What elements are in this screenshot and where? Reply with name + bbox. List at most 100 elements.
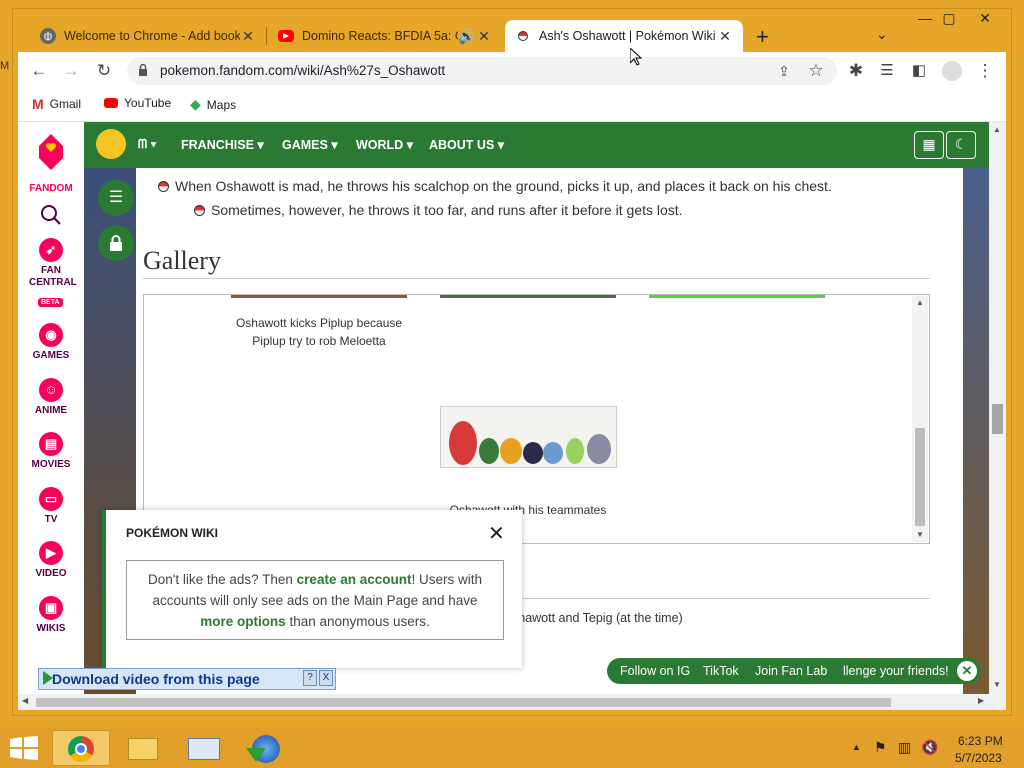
dark-mode-moon-icon[interactable]: ☾ <box>946 131 976 159</box>
rail-wikis[interactable]: ▣ WIKIS <box>18 596 84 634</box>
taskbar-download-manager[interactable] <box>238 730 296 766</box>
social-tiktok[interactable]: TikTok <box>703 664 739 678</box>
tab-separator <box>266 27 267 45</box>
lock-icon[interactable] <box>138 63 148 76</box>
action-center-flag-icon[interactable]: ⚑ <box>874 739 887 756</box>
rail-games[interactable]: ◉ GAMES <box>18 323 84 361</box>
social-challenge[interactable]: llenge your friends! <box>843 664 949 678</box>
rail-video[interactable]: ▶ VIDEO <box>18 541 84 579</box>
nav-label: ABOUT US <box>429 138 495 152</box>
rail-tv[interactable]: ▭ TV <box>18 487 84 525</box>
speaker-icon[interactable]: 🔊 <box>458 28 476 45</box>
forward-arrow-icon[interactable]: → <box>60 60 82 82</box>
social-fan-lab[interactable]: Join Fan Lab <box>755 664 827 678</box>
download-close-button[interactable]: X <box>319 670 333 686</box>
tab-welcome-chrome[interactable]: ◍ Welcome to Chrome - Add book ✕ <box>30 20 266 52</box>
media-control-icon[interactable]: ☰ <box>876 60 898 82</box>
gallery-image-teammates[interactable] <box>440 406 617 468</box>
search-icon[interactable] <box>40 204 62 232</box>
download-help-button[interactable]: ? <box>303 670 317 686</box>
url-text[interactable]: pokemon.fandom.com/wiki/Ash%27s_Oshawott <box>160 63 445 78</box>
extensions-icon[interactable]: ✱ <box>845 60 867 82</box>
mouse-cursor-icon <box>629 46 643 69</box>
profile-avatar-icon[interactable] <box>942 61 962 81</box>
windows-start-icon[interactable] <box>10 736 38 763</box>
scroll-up-arrow-icon[interactable]: ▲ <box>916 298 924 307</box>
table-of-contents-button[interactable]: ☰ <box>98 180 134 216</box>
rail-fan-central[interactable]: ➶ FAN CENTRAL <box>18 238 84 289</box>
scroll-right-arrow-icon[interactable]: ▶ <box>978 696 984 705</box>
popup-title: POKÉMON WIKI <box>126 526 218 540</box>
background-art-right <box>963 168 989 694</box>
discussions-icon[interactable]: ▦ <box>914 131 944 159</box>
rail-movies[interactable]: ▤ MOVIES <box>18 432 84 470</box>
bookmark-label: YouTube <box>124 96 172 110</box>
download-video-label[interactable]: Download video from this page <box>52 671 260 687</box>
scroll-down-arrow-icon[interactable]: ▼ <box>916 530 924 539</box>
taskbar-chrome[interactable] <box>52 730 110 766</box>
fandom-heart-icon[interactable] <box>33 130 69 177</box>
video-icon: ▶ <box>39 541 63 565</box>
gallery-heading: Gallery <box>143 246 221 275</box>
gallery-image-cropped[interactable] <box>231 295 407 298</box>
nav-label: GAMES <box>282 138 328 152</box>
create-account-link[interactable]: create an account <box>297 572 412 587</box>
scroll-left-arrow-icon[interactable]: ◀ <box>22 696 28 705</box>
trivia-sub-bullet: Sometimes, however, he throws it too far… <box>194 202 683 218</box>
tab-ash-oshawott[interactable]: Ash's Oshawott | Pokémon Wiki | ✕ <box>505 20 743 52</box>
share-icon[interactable]: ⇪ <box>773 60 795 82</box>
tab-search-chevron-icon[interactable]: ⌄ <box>876 26 888 43</box>
gallery-image-cropped[interactable] <box>440 295 616 298</box>
gallery-image-cropped[interactable] <box>649 295 825 298</box>
rail-label: MOVIES <box>31 459 71 470</box>
bookmark-star-icon[interactable]: ☆ <box>805 60 827 82</box>
bookmark-youtube[interactable]: YouTube <box>104 96 171 110</box>
youtube-icon <box>104 98 118 108</box>
taskbar-file-explorer[interactable] <box>114 730 172 766</box>
rail-label: GAMES <box>32 350 70 361</box>
gallery-scroll-thumb[interactable] <box>915 428 925 526</box>
volume-muted-icon[interactable]: 🔇 <box>921 739 938 756</box>
nav-world[interactable]: WORLD ▾ <box>356 137 413 152</box>
article-text-partial: shawott and Tepig (at the time) <box>512 611 683 625</box>
tab-title: Welcome to Chrome - Add book <box>64 29 240 43</box>
show-hidden-icons-chevron[interactable]: ▲ <box>852 742 861 752</box>
scroll-down-arrow-icon[interactable]: ▼ <box>993 680 1001 689</box>
close-tab-icon[interactable]: ✕ <box>717 28 733 45</box>
nav-home-menu-icon[interactable]: ᗰ ▾ <box>138 137 157 152</box>
more-options-link[interactable]: more options <box>200 614 286 629</box>
nav-about-us[interactable]: ABOUT US ▾ <box>429 137 504 152</box>
network-icon[interactable]: ▥ <box>898 739 911 756</box>
close-tab-icon[interactable]: ✕ <box>476 28 492 45</box>
menu-kebab-icon[interactable]: ⋮ <box>974 60 996 82</box>
close-tab-icon[interactable]: ✕ <box>240 28 256 45</box>
close-icon[interactable]: ✕ <box>957 661 977 681</box>
bookmark-gmail[interactable]: M Gmail <box>32 96 81 112</box>
back-arrow-icon[interactable]: ← <box>28 60 50 82</box>
maximize-button[interactable]: ▢ <box>934 10 964 32</box>
taskbar-onscreen-keyboard[interactable] <box>176 730 234 766</box>
rail-label: VIDEO <box>35 568 67 579</box>
new-tab-button[interactable]: + <box>756 24 769 50</box>
page-scroll-thumb[interactable] <box>992 404 1003 434</box>
wiki-logo-pikachu-icon[interactable] <box>96 129 126 159</box>
social-follow-ig[interactable]: Follow on IG <box>620 664 690 678</box>
nav-games[interactable]: GAMES ▾ <box>282 137 338 152</box>
reload-icon[interactable]: ↻ <box>93 60 115 82</box>
close-icon[interactable]: ✕ <box>488 521 505 546</box>
lock-page-button[interactable] <box>98 225 134 261</box>
horizontal-scroll-thumb[interactable] <box>36 698 891 707</box>
clock-date[interactable]: 5/7/2023 <box>955 751 1002 765</box>
side-panel-icon[interactable]: ◧ <box>908 60 930 82</box>
close-window-button[interactable]: ✕ <box>970 10 1000 32</box>
tab-title: Ash's Oshawott | Pokémon Wiki | <box>539 29 717 43</box>
bookmark-maps[interactable]: ◆ Maps <box>190 96 236 113</box>
tab-domino-reacts[interactable]: Domino Reacts: BFDIA 5a: Ge 🔊 ✕ <box>268 20 502 52</box>
popup-msg-text: than anonymous users. <box>285 614 430 629</box>
nav-franchise[interactable]: FRANCHISE ▾ <box>181 137 264 152</box>
anime-icon: ☺ <box>39 378 63 402</box>
fandom-logo-text[interactable]: FANDOM <box>18 183 84 194</box>
rail-anime[interactable]: ☺ ANIME <box>18 378 84 416</box>
clock-time[interactable]: 6:23 PM <box>958 734 1003 748</box>
scroll-up-arrow-icon[interactable]: ▲ <box>993 125 1001 134</box>
